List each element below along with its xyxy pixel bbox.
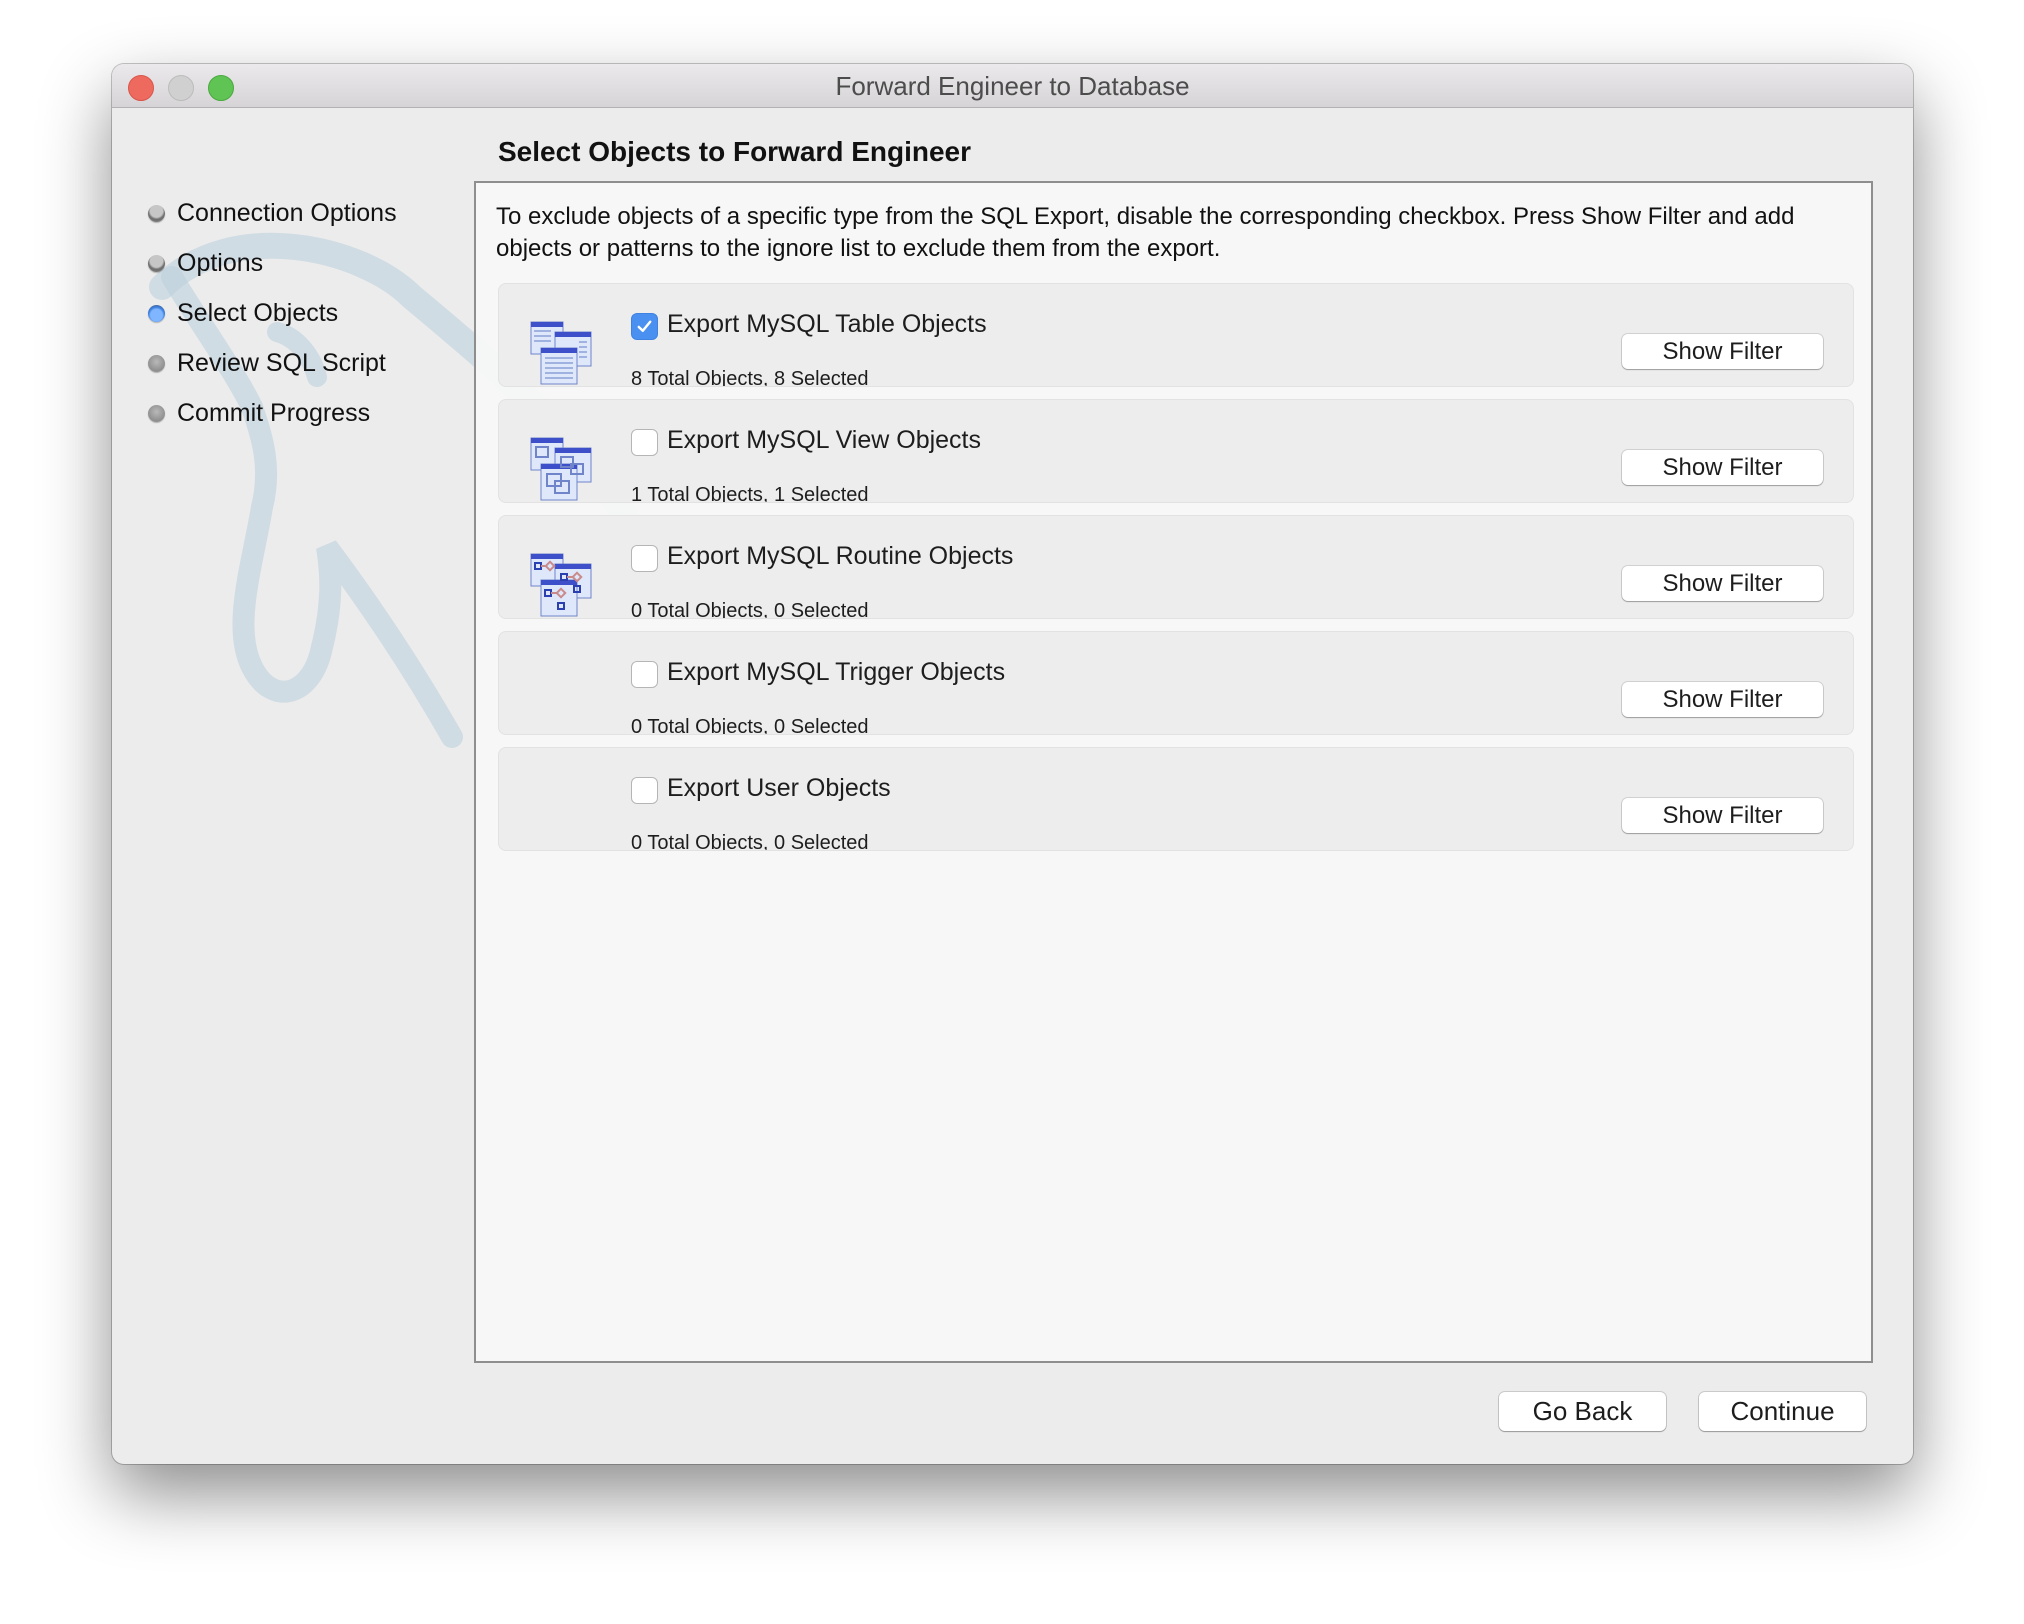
continue-button[interactable]: Continue: [1699, 1392, 1866, 1431]
select-objects-panel: To exclude objects of a specific type fr…: [474, 181, 1873, 1363]
step-connection-options: Connection Options: [148, 188, 397, 238]
step-pending-bullet-icon: [148, 354, 165, 372]
user-objects-group: Export User Objects 0 Total Objects, 0 S…: [498, 747, 1854, 851]
window-title: Forward Engineer to Database: [835, 71, 1190, 101]
step-commit-progress: Commit Progress: [148, 388, 397, 438]
export-tables-label[interactable]: Export MySQL Table Objects: [667, 310, 987, 339]
title-bar: Forward Engineer to Database: [112, 64, 1913, 108]
step-done-bullet-icon: [148, 254, 165, 272]
export-routines-checkbox[interactable]: [631, 545, 658, 572]
checkmark-icon: [637, 320, 652, 333]
instructions-text: To exclude objects of a specific type fr…: [496, 203, 1795, 262]
routine-objects-icon: [530, 553, 592, 617]
wizard-steps: Connection Options Options Select Object…: [148, 188, 397, 438]
object-count: 0 Total Objects, 0 Selected: [631, 600, 869, 619]
step-done-bullet-icon: [148, 204, 165, 222]
view-objects-icon: [530, 437, 592, 501]
export-triggers-checkbox[interactable]: [631, 661, 658, 688]
object-count: 0 Total Objects, 0 Selected: [631, 716, 869, 735]
trigger-objects-group: Export MySQL Trigger Objects 0 Total Obj…: [498, 631, 1854, 735]
step-label: Select Objects: [177, 298, 339, 327]
step-select-objects: Select Objects: [148, 288, 397, 338]
show-filter-button[interactable]: Show Filter: [1622, 682, 1823, 717]
show-filter-button[interactable]: Show Filter: [1622, 334, 1823, 369]
go-back-button[interactable]: Go Back: [1499, 1392, 1666, 1431]
forward-engineer-window: Forward Engineer to Database Connection …: [112, 64, 1913, 1464]
object-count: 0 Total Objects, 0 Selected: [631, 832, 869, 851]
object-count: 8 Total Objects, 8 Selected: [631, 368, 869, 387]
show-filter-button[interactable]: Show Filter: [1622, 798, 1823, 833]
step-review-sql-script: Review SQL Script: [148, 338, 397, 388]
step-label: Options: [177, 248, 264, 277]
table-objects-icon: [530, 321, 592, 385]
export-users-checkbox[interactable]: [631, 777, 658, 804]
export-views-label[interactable]: Export MySQL View Objects: [667, 426, 981, 455]
page-title: Select Objects to Forward Engineer: [498, 136, 972, 167]
step-label: Connection Options: [177, 198, 397, 227]
step-active-bullet-icon: [148, 304, 165, 322]
export-views-checkbox[interactable]: [631, 429, 658, 456]
routine-objects-group: Export MySQL Routine Objects 0 Total Obj…: [498, 515, 1854, 619]
show-filter-button[interactable]: Show Filter: [1622, 566, 1823, 601]
export-users-label[interactable]: Export User Objects: [667, 774, 891, 803]
step-label: Review SQL Script: [177, 348, 386, 377]
export-tables-checkbox[interactable]: [631, 313, 658, 340]
step-options: Options: [148, 238, 397, 288]
table-objects-group: Export MySQL Table Objects 8 Total Objec…: [498, 283, 1854, 387]
step-label: Commit Progress: [177, 398, 371, 427]
export-triggers-label[interactable]: Export MySQL Trigger Objects: [667, 658, 1005, 687]
object-count: 1 Total Objects, 1 Selected: [631, 484, 869, 503]
export-routines-label[interactable]: Export MySQL Routine Objects: [667, 542, 1013, 571]
show-filter-button[interactable]: Show Filter: [1622, 450, 1823, 485]
step-pending-bullet-icon: [148, 404, 165, 422]
view-objects-group: Export MySQL View Objects 1 Total Object…: [498, 399, 1854, 503]
